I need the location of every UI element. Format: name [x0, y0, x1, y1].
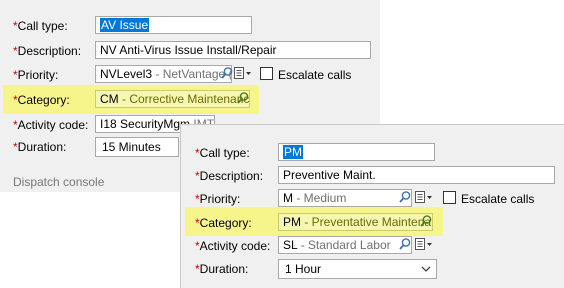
details-icon[interactable]	[414, 237, 434, 251]
chevron-down-icon	[421, 266, 431, 272]
description-row: *Description: NV Anti-Virus Issue Instal…	[0, 41, 380, 63]
details-icon[interactable]	[414, 190, 434, 204]
activity-code-label: *Activity code:	[13, 118, 89, 132]
category-field[interactable]: CM - Corrective Maintenance	[95, 90, 250, 108]
priority-row: *Priority: NVLevel3 - NetVantage ( Escal…	[0, 65, 380, 87]
duration-dropdown[interactable]: 15 Minutes	[95, 137, 179, 157]
call-type-row: *Call type: AV Issue	[0, 16, 380, 38]
category-label: *Category:	[195, 216, 252, 230]
priority-field[interactable]: M - Medium	[278, 189, 412, 207]
magnifier-icon[interactable]	[220, 66, 234, 80]
activity-code-label: *Activity code:	[195, 239, 271, 253]
description-row: *Description: Preventive Maint.	[181, 166, 564, 188]
escalate-calls-checkbox[interactable]	[260, 67, 273, 80]
description-field[interactable]: NV Anti-Virus Issue Install/Repair	[95, 41, 371, 59]
description-field[interactable]: Preventive Maint.	[278, 166, 555, 184]
description-label: *Description:	[195, 169, 264, 183]
call-type-label: *Call type:	[13, 19, 68, 33]
call-type-label: *Call type:	[195, 146, 250, 160]
duration-label: *Duration:	[195, 262, 249, 276]
magnifier-icon[interactable]	[398, 237, 412, 251]
category-row: *Category: CM - Corrective Maintenance	[0, 90, 380, 112]
duration-label: *Duration:	[13, 140, 67, 154]
duration-dropdown[interactable]: 1 Hour	[278, 259, 437, 279]
escalate-calls-checkbox[interactable]	[443, 191, 456, 204]
activity-code-row: *Activity code: SL - Standard Labor	[181, 236, 564, 258]
magnifier-icon[interactable]	[398, 190, 412, 204]
dispatch-console-label: Dispatch console	[13, 175, 105, 189]
call-type-field[interactable]: PM	[278, 143, 435, 161]
priority-label: *Priority:	[13, 68, 59, 82]
magnifier-icon[interactable]	[419, 214, 433, 228]
magnifier-icon[interactable]	[236, 91, 250, 105]
category-label: *Category:	[13, 93, 70, 107]
activity-code-field[interactable]: SL - Standard Labor	[278, 236, 412, 254]
category-row: *Category: PM - Preventative Maintenar	[181, 213, 564, 235]
escalate-calls-label: Escalate calls	[278, 68, 352, 82]
description-label: *Description:	[13, 44, 82, 58]
duration-row: *Duration: 1 Hour	[181, 259, 564, 281]
priority-label: *Priority:	[195, 192, 241, 206]
priority-field[interactable]: NVLevel3 - NetVantage (	[95, 65, 232, 83]
category-field[interactable]: PM - Preventative Maintenar	[278, 213, 433, 231]
call-type-field[interactable]: AV Issue	[95, 16, 252, 34]
details-icon[interactable]	[233, 66, 253, 80]
front-call-type-panel: *Call type: PM *Description: Preventive …	[180, 124, 564, 288]
call-type-row: *Call type: PM	[181, 143, 564, 165]
escalate-calls-label: Escalate calls	[461, 192, 535, 206]
